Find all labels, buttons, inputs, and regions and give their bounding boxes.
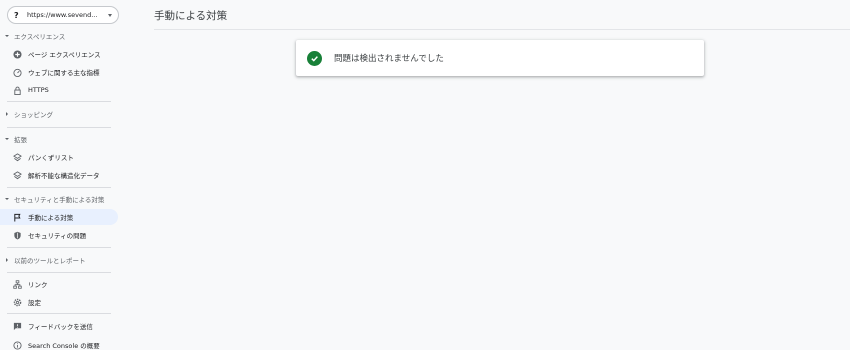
divider: [7, 313, 111, 314]
gear-icon: [11, 297, 23, 307]
check-circle-icon: [307, 50, 322, 66]
nav-item-feedback[interactable]: フィードバックを送信: [0, 318, 118, 334]
lock-icon: [11, 85, 23, 95]
section-label: セキュリティと手動による対策: [14, 196, 105, 204]
section-label: ショッピング: [14, 111, 53, 119]
nav-item-security-issues[interactable]: セキュリティの問題: [0, 227, 118, 243]
nav-label: パンくずリスト: [28, 154, 74, 162]
divider: [7, 247, 111, 248]
nav-item-manual-actions[interactable]: 手動による対策: [0, 209, 118, 225]
main-content: 手動による対策 問題は検出されませんでした: [124, 0, 850, 350]
nav-label: ウェブに関する主な指標: [28, 69, 100, 77]
nav-label: HTTPS: [28, 86, 49, 94]
nav-label: Search Console の概要: [28, 342, 100, 350]
expand-arrow-icon: [5, 35, 9, 37]
nav-item-links[interactable]: リンク: [0, 276, 118, 292]
section-label: エクスペリエンス: [14, 33, 66, 41]
section-experience[interactable]: エクスペリエンス: [0, 30, 65, 42]
question-icon: ?: [14, 10, 19, 20]
page-title: 手動による対策: [154, 10, 228, 22]
nav-label: フィードバックを送信: [28, 323, 93, 331]
nav-label: 解析不能な構造化データ: [28, 172, 100, 180]
gauge-icon: [11, 67, 23, 77]
nav-item-core-web-vitals[interactable]: ウェブに関する主な指標: [0, 64, 118, 80]
shield-icon: [11, 230, 23, 240]
status-card: 問題は検出されませんでした: [296, 40, 704, 76]
section-label: 以前のツールとレポート: [14, 257, 86, 265]
nav-item-breadcrumbs[interactable]: パンくずリスト: [0, 149, 118, 165]
layers-icon: [11, 152, 23, 162]
section-label: 拡張: [14, 136, 27, 144]
status-message: 問題は検出されませんでした: [334, 54, 444, 64]
collapsed-arrow-icon: [6, 258, 8, 262]
nav-label: リンク: [28, 281, 48, 289]
nav-label: ページ エクスペリエンス: [28, 51, 101, 59]
sitemap-icon: [11, 279, 23, 289]
section-enhancements[interactable]: 拡張: [0, 133, 27, 145]
section-security[interactable]: セキュリティと手動による対策: [0, 193, 104, 205]
chevron-down-icon: [108, 13, 112, 17]
collapsed-arrow-icon: [6, 112, 8, 116]
nav-item-about[interactable]: Search Console の概要: [0, 337, 118, 350]
expand-arrow-icon: [5, 198, 9, 200]
info-icon: [11, 340, 23, 350]
nav-label: 設定: [28, 299, 41, 307]
nav-item-unparsable-data[interactable]: 解析不能な構造化データ: [0, 167, 118, 183]
nav-label: セキュリティの問題: [28, 232, 87, 240]
nav-item-https[interactable]: HTTPS: [0, 82, 118, 98]
property-url: https://www.sevend...: [27, 11, 98, 19]
plus-circle-icon: [11, 49, 23, 59]
divider: [154, 29, 850, 30]
divider: [7, 101, 111, 102]
divider: [7, 127, 111, 128]
layers-icon: [11, 170, 23, 180]
property-selector[interactable]: ? https://www.sevend...: [7, 6, 119, 24]
nav-item-page-experience[interactable]: ページ エクスペリエンス: [0, 46, 118, 62]
flag-icon: [11, 212, 23, 222]
nav-item-settings[interactable]: 設定: [0, 294, 118, 310]
section-shopping[interactable]: ショッピング: [0, 108, 53, 120]
nav-label: 手動による対策: [28, 214, 74, 222]
divider: [7, 272, 111, 273]
divider: [7, 187, 111, 188]
feedback-icon: [11, 321, 23, 331]
sidebar: ? https://www.sevend... エクスペリエンス ページ エクス…: [0, 0, 124, 350]
section-legacy-tools[interactable]: 以前のツールとレポート: [0, 254, 86, 266]
expand-arrow-icon: [5, 138, 9, 140]
